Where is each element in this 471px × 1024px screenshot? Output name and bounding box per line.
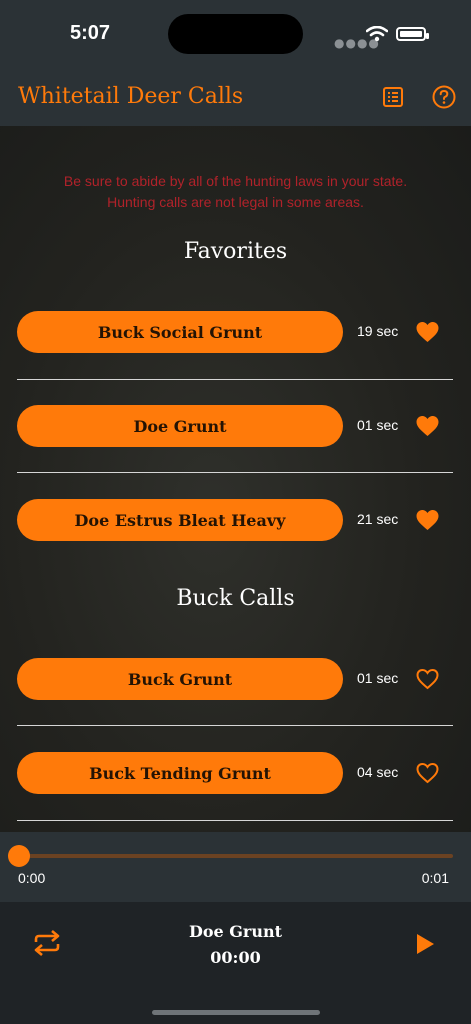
call-duration: 19 sec <box>357 323 399 339</box>
battery-icon <box>396 27 429 41</box>
call-button[interactable]: Buck Social Grunt <box>17 311 343 353</box>
buck-calls-title: Buck Calls <box>176 586 295 611</box>
calls-list[interactable]: Be sure to abide by all of the hunting l… <box>0 126 471 832</box>
list-icon[interactable] <box>382 86 404 108</box>
divider <box>17 472 453 473</box>
call-row: Buck Tending Grunt 04 sec <box>0 752 471 796</box>
now-playing-bar: Doe Grunt 00:00 <box>0 902 471 1024</box>
divider <box>17 725 453 726</box>
heart-outline-icon[interactable] <box>415 668 440 690</box>
elapsed-time: 0:00 <box>18 870 46 886</box>
call-duration: 21 sec <box>357 511 399 527</box>
help-icon[interactable] <box>432 85 456 109</box>
call-duration: 04 sec <box>357 764 399 780</box>
total-time: 0:01 <box>421 870 449 886</box>
now-playing-title: Doe Grunt <box>188 922 283 941</box>
warning-line-1: Be sure to abide by all of the hunting l… <box>63 173 408 189</box>
home-indicator <box>152 1010 320 1015</box>
call-row: Doe Grunt 01 sec <box>0 405 471 449</box>
legal-warning: Be sure to abide by all of the hunting l… <box>0 171 471 213</box>
favorites-title: Favorites <box>183 239 288 264</box>
play-icon[interactable] <box>414 933 436 955</box>
heart-outline-icon[interactable] <box>415 762 440 784</box>
progress-thumb[interactable] <box>8 845 30 867</box>
call-button[interactable]: Buck Grunt <box>17 658 343 700</box>
status-time: 5:07 <box>70 22 111 44</box>
audio-player: 0:00 0:01 <box>0 832 471 902</box>
now-playing-counter: 00:00 <box>210 948 261 967</box>
call-row: Buck Social Grunt 19 sec <box>0 311 471 355</box>
heart-filled-icon[interactable] <box>415 509 440 531</box>
call-row: Doe Estrus Bleat Heavy 21 sec <box>0 499 471 543</box>
divider <box>17 379 453 380</box>
call-button[interactable]: Buck Tending Grunt <box>17 752 343 794</box>
heart-filled-icon[interactable] <box>415 321 440 343</box>
call-row: Buck Grunt 01 sec <box>0 658 471 702</box>
call-duration: 01 sec <box>357 417 399 433</box>
heart-filled-icon[interactable] <box>415 415 440 437</box>
call-duration: 01 sec <box>357 670 399 686</box>
call-button[interactable]: Doe Grunt <box>17 405 343 447</box>
status-bar: 5:07 ●●●● <box>0 0 471 68</box>
call-button[interactable]: Doe Estrus Bleat Heavy <box>17 499 343 541</box>
warning-line-2: Hunting calls are not legal in some area… <box>107 194 364 210</box>
divider <box>17 820 453 821</box>
dynamic-island <box>168 14 303 54</box>
wifi-icon <box>366 26 388 42</box>
progress-track[interactable] <box>20 854 453 858</box>
app-title: Whitetail Deer Calls <box>18 84 244 109</box>
